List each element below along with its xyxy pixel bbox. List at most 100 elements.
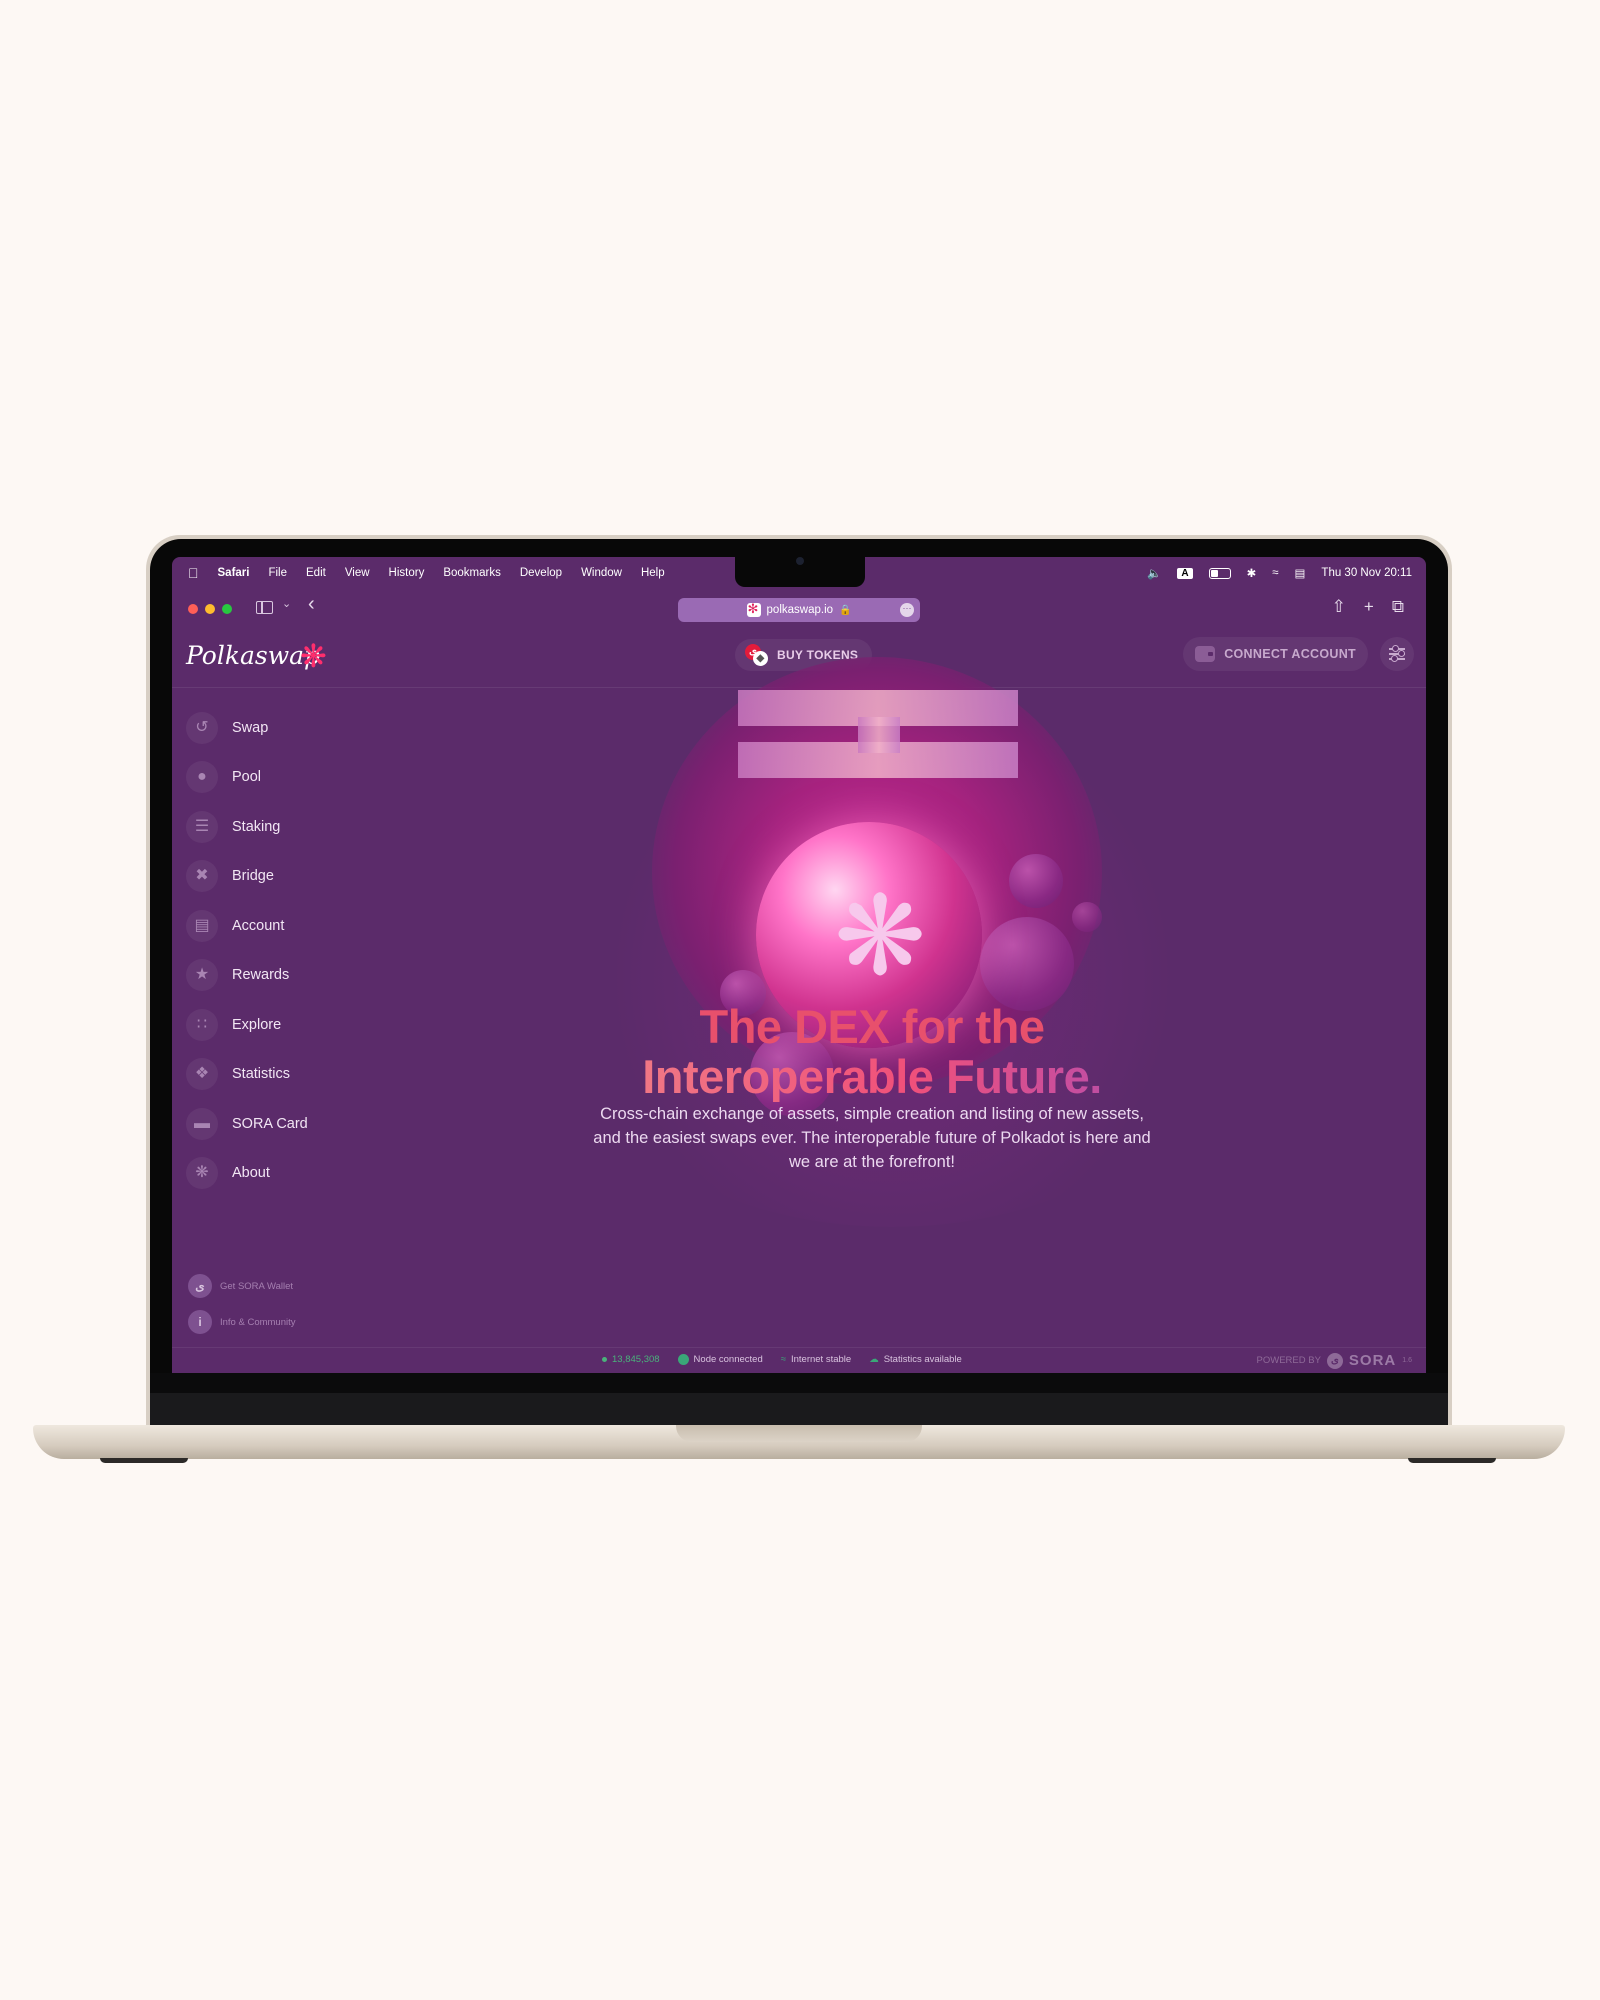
laptop-foot	[100, 1458, 188, 1463]
new-tab-icon[interactable]: +	[1364, 597, 1374, 617]
status-bar: 13,845,308 Node connected ≈ Internet sta…	[172, 1347, 1426, 1373]
laptop-lid-notch	[676, 1425, 922, 1442]
wallet-icon	[1195, 646, 1216, 662]
lock-icon: 🔒	[839, 604, 852, 616]
node-status-indicator[interactable]: Node connected	[677, 1354, 763, 1365]
sidebar-item-swap[interactable]: ↺ Swap	[186, 703, 308, 753]
sora-brand: SORA	[1348, 1352, 1397, 1369]
sidebar-item-sora-card[interactable]: ▬ SORA Card	[186, 1099, 308, 1149]
tab-overview-icon[interactable]: ⧉	[1392, 597, 1404, 617]
hero-subtitle: Cross-chain exchange of assets, simple c…	[593, 1105, 1151, 1171]
powered-by-label: POWERED BY	[1256, 1355, 1321, 1366]
wifi-icon: ≈	[780, 1354, 786, 1365]
menu-view[interactable]: View	[345, 567, 370, 579]
sidebar-item-label: Rewards	[232, 967, 290, 984]
status-dot-icon	[602, 1357, 607, 1362]
sidebar-item-label: About	[232, 1165, 270, 1182]
control-center-icon[interactable]: ▤	[1295, 566, 1306, 580]
laptop-screen:  Safari File Edit View History Bookmark…	[172, 557, 1426, 1373]
share-icon[interactable]: ⇧	[1332, 597, 1346, 617]
hero-title-line1: The DEX for the	[699, 1000, 1045, 1053]
battery-icon[interactable]	[1208, 567, 1231, 579]
bridge-icon: ✖	[186, 860, 218, 893]
bluetooth-icon[interactable]: ✱	[1247, 566, 1257, 580]
sidebar-item-label: SORA Card	[232, 1115, 308, 1132]
page-menu-icon[interactable]: ···	[900, 603, 914, 617]
close-window-button[interactable]	[188, 604, 198, 614]
token-coins-icon: ﻯ ◆	[745, 644, 769, 666]
sidebar-item-account[interactable]: ▤ Account	[186, 901, 308, 951]
back-arrow-icon[interactable]: ‹	[308, 593, 315, 616]
menu-history[interactable]: History	[389, 567, 425, 579]
get-sora-wallet-link[interactable]: ﻯ Get SORA Wallet	[188, 1268, 296, 1304]
sora-coin-bubble	[980, 917, 1074, 1011]
info-community-link[interactable]: i Info & Community	[188, 1304, 296, 1340]
menu-bookmarks[interactable]: Bookmarks	[443, 567, 501, 579]
sidebar-footer: ﻯ Get SORA Wallet i Info & Community	[188, 1268, 296, 1340]
cloud-icon: ☁	[869, 1354, 879, 1365]
menu-edit[interactable]: Edit	[306, 567, 326, 579]
apple-menu-icon[interactable]: 	[188, 565, 199, 581]
connect-account-button[interactable]: CONNECT ACCOUNT	[1183, 637, 1368, 671]
url-text: polkaswap.io	[766, 604, 834, 616]
internet-status-label: Internet stable	[790, 1354, 852, 1365]
sidebar-item-staking[interactable]: ☰ Staking	[186, 802, 308, 852]
menu-develop[interactable]: Develop	[520, 567, 562, 579]
swap-icon: ↺	[186, 711, 218, 744]
laptop-chin	[150, 1373, 1448, 1428]
sidebar-item-rewards[interactable]: ★ Rewards	[186, 951, 308, 1001]
menu-window[interactable]: Window	[581, 567, 622, 579]
small-bubble	[1009, 854, 1063, 908]
connect-account-label: CONNECT ACCOUNT	[1224, 647, 1356, 661]
powered-by-sora[interactable]: POWERED BY ﻯ SORA 1.6	[1257, 1352, 1412, 1369]
block-number: 13,845,308	[612, 1354, 660, 1365]
browser-toolbar: ⌄ ‹ polkaswap.io 🔒 ··· ⇧ + ⧉	[172, 589, 1426, 627]
menu-file[interactable]: File	[268, 567, 287, 579]
layers-icon: ☰	[186, 810, 218, 843]
internet-status-indicator[interactable]: ≈ Internet stable	[781, 1354, 851, 1365]
sidebar-item-bridge[interactable]: ✖ Bridge	[186, 852, 308, 902]
wifi-icon[interactable]: ≈	[1272, 567, 1278, 579]
chevron-down-icon[interactable]: ⌄	[282, 597, 291, 610]
menubar-clock[interactable]: Thu 30 Nov 20:11	[1321, 567, 1412, 579]
star-icon: ★	[186, 959, 218, 992]
statistics-status-indicator[interactable]: ☁ Statistics available	[869, 1354, 962, 1365]
block-number-indicator[interactable]: 13,845,308	[602, 1354, 660, 1365]
statistics-status-label: Statistics available	[883, 1354, 962, 1365]
small-bubble	[1072, 902, 1102, 932]
settings-sliders-icon[interactable]	[1380, 637, 1414, 671]
grid-icon: ∷	[186, 1008, 218, 1041]
get-sora-wallet-label: Get SORA Wallet	[220, 1280, 294, 1292]
diamond-icon: ❖	[186, 1058, 218, 1091]
sidebar-item-about[interactable]: ❋ About	[186, 1149, 308, 1199]
drop-icon: ●	[186, 761, 218, 794]
site-favicon-icon	[746, 601, 761, 617]
sora-logo-icon: ﻯ	[1326, 1352, 1343, 1369]
sora-version: 1.6	[1402, 1357, 1412, 1364]
volume-icon[interactable]: 🔈	[1147, 566, 1161, 580]
minimize-window-button[interactable]	[205, 604, 215, 614]
sidebar-item-pool[interactable]: ● Pool	[186, 753, 308, 803]
sidebar-item-label: Swap	[232, 719, 269, 736]
input-source-indicator[interactable]: A	[1177, 567, 1193, 579]
sidebar-item-label: Account	[232, 917, 285, 934]
menu-help[interactable]: Help	[641, 567, 665, 579]
card-icon: ▬	[186, 1107, 218, 1140]
info-community-label: Info & Community	[220, 1316, 296, 1328]
sidebar-item-label: Explore	[232, 1016, 282, 1033]
sora-logo-icon: ﻯ	[188, 1274, 212, 1298]
sidebar-item-statistics[interactable]: ❖ Statistics	[186, 1050, 308, 1100]
wallet-icon: ▤	[186, 909, 218, 942]
sidebar-item-label: Staking	[232, 818, 281, 835]
menu-app-name[interactable]: Safari	[218, 567, 250, 579]
sidebar-nav: ↺ Swap ● Pool ☰ Staking ✖ Bridge ▤ Accou…	[186, 703, 308, 1198]
address-bar[interactable]: polkaswap.io 🔒 ···	[678, 598, 920, 622]
zoom-window-button[interactable]	[222, 604, 232, 614]
info-icon: i	[188, 1310, 212, 1334]
camera-icon	[796, 557, 804, 565]
flower-icon: ❋	[186, 1157, 218, 1190]
sidebar-toggle-icon[interactable]	[256, 601, 273, 614]
sidebar-item-label: Statistics	[232, 1066, 291, 1083]
logo-flower-icon: ❋	[300, 638, 327, 674]
sidebar-item-explore[interactable]: ∷ Explore	[186, 1000, 308, 1050]
